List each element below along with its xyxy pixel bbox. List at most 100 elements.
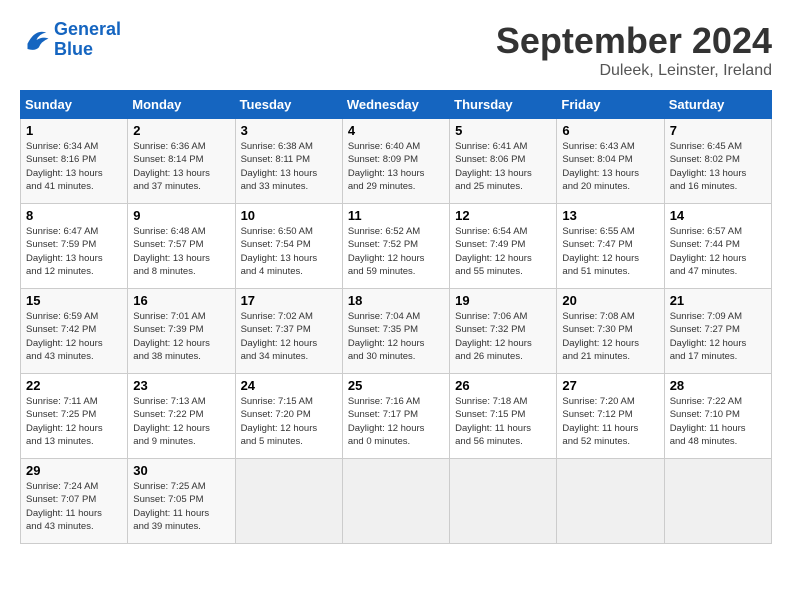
day-info: Sunrise: 7:15 AM Sunset: 7:20 PM Dayligh… [241,395,337,448]
calendar-cell [235,459,342,544]
day-number: 12 [455,208,551,223]
day-number: 3 [241,123,337,138]
day-number: 22 [26,378,122,393]
day-info: Sunrise: 6:45 AM Sunset: 8:02 PM Dayligh… [670,140,766,193]
calendar-cell: 22 Sunrise: 7:11 AM Sunset: 7:25 PM Dayli… [21,374,128,459]
calendar-cell: 5Sunrise: 6:41 AM Sunset: 8:06 PM Daylig… [450,119,557,204]
day-info: Sunrise: 6:50 AM Sunset: 7:54 PM Dayligh… [241,225,337,278]
day-info: Sunrise: 6:57 AM Sunset: 7:44 PM Dayligh… [670,225,766,278]
day-info: Sunrise: 6:43 AM Sunset: 8:04 PM Dayligh… [562,140,658,193]
calendar-cell: 4Sunrise: 6:40 AM Sunset: 8:09 PM Daylig… [342,119,449,204]
day-number: 18 [348,293,444,308]
calendar-week-row: 8 Sunrise: 6:47 AM Sunset: 7:59 PM Daylig… [21,204,772,289]
day-number: 17 [241,293,337,308]
calendar-cell [557,459,664,544]
calendar-cell: 27Sunrise: 7:20 AM Sunset: 7:12 PM Dayli… [557,374,664,459]
calendar-week-row: 29 Sunrise: 7:24 AM Sunset: 7:07 PM Dayli… [21,459,772,544]
calendar-cell: 2 Sunrise: 6:36 AM Sunset: 8:14 PM Daylig… [128,119,235,204]
day-number: 25 [348,378,444,393]
day-info: Sunrise: 7:11 AM Sunset: 7:25 PM Dayligh… [26,395,122,448]
page-header: General Blue September 2024 Duleek, Lein… [20,20,772,80]
day-info: Sunrise: 6:52 AM Sunset: 7:52 PM Dayligh… [348,225,444,278]
calendar-cell: 29 Sunrise: 7:24 AM Sunset: 7:07 PM Dayli… [21,459,128,544]
day-number: 9 [133,208,229,223]
day-info: Sunrise: 7:01 AM Sunset: 7:39 PM Dayligh… [133,310,229,363]
logo: General Blue [20,20,121,60]
calendar-cell: 21 Sunrise: 7:09 AM Sunset: 7:27 PM Dayli… [664,289,771,374]
calendar-week-row: 1 Sunrise: 6:34 AM Sunset: 8:16 PM Daylig… [21,119,772,204]
calendar-cell: 24 Sunrise: 7:15 AM Sunset: 7:20 PM Dayli… [235,374,342,459]
calendar-cell: 20 Sunrise: 7:08 AM Sunset: 7:30 PM Dayli… [557,289,664,374]
calendar-cell: 18 Sunrise: 7:04 AM Sunset: 7:35 PM Dayli… [342,289,449,374]
day-number: 20 [562,293,658,308]
day-number: 14 [670,208,766,223]
logo-icon [20,25,50,55]
day-info: Sunrise: 6:48 AM Sunset: 7:57 PM Dayligh… [133,225,229,278]
day-number: 28 [670,378,766,393]
day-number: 1 [26,123,122,138]
day-info: Sunrise: 7:22 AM Sunset: 7:10 PM Dayligh… [670,395,766,448]
day-info: Sunrise: 6:55 AM Sunset: 7:47 PM Dayligh… [562,225,658,278]
calendar-cell: 17 Sunrise: 7:02 AM Sunset: 7:37 PM Dayli… [235,289,342,374]
day-number: 15 [26,293,122,308]
day-info: Sunrise: 7:25 AM Sunset: 7:05 PM Dayligh… [133,480,229,533]
day-info: Sunrise: 7:02 AM Sunset: 7:37 PM Dayligh… [241,310,337,363]
day-info: Sunrise: 7:18 AM Sunset: 7:15 PM Dayligh… [455,395,551,448]
header-thursday: Thursday [450,91,557,119]
title-section: September 2024 Duleek, Leinster, Ireland [496,20,772,80]
header-monday: Monday [128,91,235,119]
header-tuesday: Tuesday [235,91,342,119]
day-info: Sunrise: 7:04 AM Sunset: 7:35 PM Dayligh… [348,310,444,363]
day-number: 26 [455,378,551,393]
day-number: 27 [562,378,658,393]
day-number: 21 [670,293,766,308]
calendar-cell [450,459,557,544]
calendar-cell: 9 Sunrise: 6:48 AM Sunset: 7:57 PM Daylig… [128,204,235,289]
day-number: 23 [133,378,229,393]
day-number: 8 [26,208,122,223]
day-info: Sunrise: 7:06 AM Sunset: 7:32 PM Dayligh… [455,310,551,363]
header-friday: Friday [557,91,664,119]
day-info: Sunrise: 6:41 AM Sunset: 8:06 PM Dayligh… [455,140,551,193]
calendar-cell: 23 Sunrise: 7:13 AM Sunset: 7:22 PM Dayli… [128,374,235,459]
calendar-cell: 1 Sunrise: 6:34 AM Sunset: 8:16 PM Daylig… [21,119,128,204]
day-number: 2 [133,123,229,138]
day-info: Sunrise: 7:13 AM Sunset: 7:22 PM Dayligh… [133,395,229,448]
calendar-cell: 3 Sunrise: 6:38 AM Sunset: 8:11 PM Daylig… [235,119,342,204]
day-number: 6 [562,123,658,138]
day-number: 10 [241,208,337,223]
calendar-cell: 8 Sunrise: 6:47 AM Sunset: 7:59 PM Daylig… [21,204,128,289]
day-info: Sunrise: 6:34 AM Sunset: 8:16 PM Dayligh… [26,140,122,193]
calendar-cell: 28 Sunrise: 7:22 AM Sunset: 7:10 PM Dayli… [664,374,771,459]
calendar-cell: 10 Sunrise: 6:50 AM Sunset: 7:54 PM Dayli… [235,204,342,289]
calendar-cell: 7Sunrise: 6:45 AM Sunset: 8:02 PM Daylig… [664,119,771,204]
location-subtitle: Duleek, Leinster, Ireland [496,62,772,80]
day-info: Sunrise: 6:38 AM Sunset: 8:11 PM Dayligh… [241,140,337,193]
day-number: 13 [562,208,658,223]
day-number: 30 [133,463,229,478]
calendar-cell: 14 Sunrise: 6:57 AM Sunset: 7:44 PM Dayli… [664,204,771,289]
day-info: Sunrise: 6:54 AM Sunset: 7:49 PM Dayligh… [455,225,551,278]
day-number: 24 [241,378,337,393]
day-info: Sunrise: 7:24 AM Sunset: 7:07 PM Dayligh… [26,480,122,533]
day-info: Sunrise: 7:08 AM Sunset: 7:30 PM Dayligh… [562,310,658,363]
day-number: 19 [455,293,551,308]
calendar-cell [664,459,771,544]
calendar-cell: 11 Sunrise: 6:52 AM Sunset: 7:52 PM Dayli… [342,204,449,289]
header-wednesday: Wednesday [342,91,449,119]
calendar-table: Sunday Monday Tuesday Wednesday Thursday… [20,90,772,544]
logo-text-blue: Blue [54,40,121,60]
day-number: 16 [133,293,229,308]
weekday-header-row: Sunday Monday Tuesday Wednesday Thursday… [21,91,772,119]
calendar-cell: 13 Sunrise: 6:55 AM Sunset: 7:47 PM Dayli… [557,204,664,289]
day-info: Sunrise: 6:47 AM Sunset: 7:59 PM Dayligh… [26,225,122,278]
day-number: 11 [348,208,444,223]
day-info: Sunrise: 7:09 AM Sunset: 7:27 PM Dayligh… [670,310,766,363]
day-number: 29 [26,463,122,478]
calendar-cell: 19 Sunrise: 7:06 AM Sunset: 7:32 PM Dayli… [450,289,557,374]
header-sunday: Sunday [21,91,128,119]
calendar-cell: 16 Sunrise: 7:01 AM Sunset: 7:39 PM Dayli… [128,289,235,374]
day-info: Sunrise: 6:36 AM Sunset: 8:14 PM Dayligh… [133,140,229,193]
calendar-week-row: 15Sunrise: 6:59 AM Sunset: 7:42 PM Dayli… [21,289,772,374]
calendar-cell: 30 Sunrise: 7:25 AM Sunset: 7:05 PM Dayli… [128,459,235,544]
